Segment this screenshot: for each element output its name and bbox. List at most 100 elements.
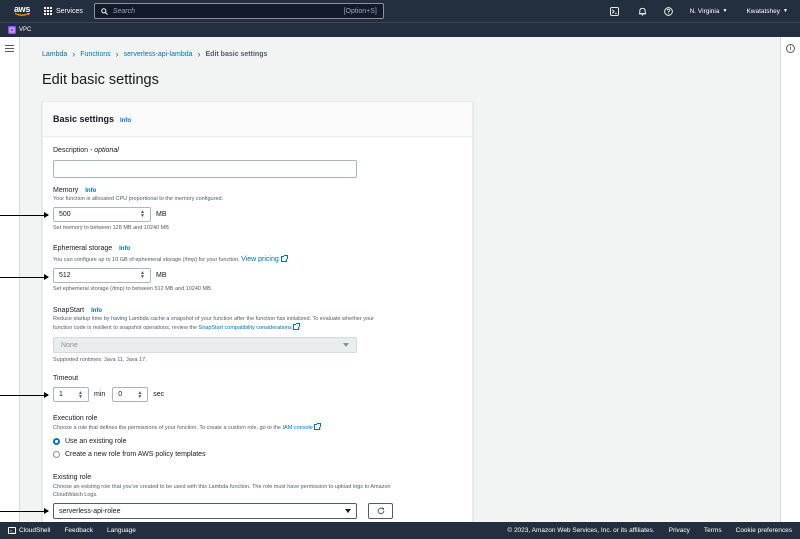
annotation-arrow-memory [0, 212, 49, 218]
terminal-icon [610, 6, 620, 16]
execution-role-label: Execution role [53, 415, 98, 422]
services-menu[interactable]: Services [44, 7, 83, 15]
breadcrumb-lambda[interactable]: Lambda [42, 51, 67, 58]
menu-icon[interactable] [5, 45, 14, 54]
notifications-button[interactable] [635, 0, 651, 22]
stepper-arrows-icon[interactable]: ▲ ▼ [140, 210, 145, 219]
iam-console-link[interactable]: IAM console [283, 425, 313, 431]
region-label: N. Virginia [689, 7, 720, 15]
existing-role-select[interactable]: serverless-api-rolee [53, 503, 357, 519]
external-link-icon [281, 255, 289, 262]
ephemeral-info-link[interactable]: Info [119, 246, 130, 252]
chevron-right-icon: › [72, 49, 76, 59]
description-label: Description - optional [53, 147, 119, 154]
radio-create-new-role-templates[interactable]: Create a new role from AWS policy templa… [53, 450, 463, 458]
page-title: Edit basic settings [42, 72, 159, 88]
chevron-down-icon: ▼ [722, 8, 728, 14]
services-grid-icon [44, 7, 52, 15]
basic-settings-card: Basic settings Info Description - option… [42, 101, 473, 526]
breadcrumb-current: Edit basic settings [205, 51, 268, 58]
bell-icon [639, 7, 647, 16]
timeout-seconds-input[interactable]: 0 ▲ ▼ [112, 387, 149, 402]
external-link-icon [313, 423, 321, 430]
memory-value: 500 [59, 210, 71, 218]
timeout-minutes-unit: min [94, 391, 106, 398]
description-input[interactable] [53, 160, 357, 178]
terminal-icon: >_ [8, 527, 16, 534]
language-selector[interactable]: Language [107, 527, 136, 534]
refresh-roles-button[interactable] [368, 503, 393, 519]
memory-label: Memory Info [53, 187, 97, 194]
caret-down-icon [345, 509, 351, 513]
search-input[interactable]: Search [Option+S] [93, 3, 384, 19]
search-icon [101, 7, 108, 15]
snapstart-description: Reduce startup time by having Lambda cac… [53, 316, 374, 331]
search-shortcut: [Option+S] [343, 7, 377, 15]
view-pricing-link[interactable]: View pricing [241, 256, 279, 263]
ephemeral-storage-unit: MB [156, 271, 167, 279]
memory-input[interactable]: 500 ▲ ▼ [53, 206, 151, 222]
existing-role-value: serverless-api-rolee [59, 507, 121, 515]
search-placeholder: Search [112, 7, 136, 15]
snapstart-info-link[interactable]: Info [91, 308, 102, 314]
stepper-arrows-icon[interactable]: ▲ ▼ [137, 390, 142, 399]
existing-role-field-group: Existing role Choose an existing role th… [53, 474, 465, 499]
timeout-seconds-unit: sec [153, 391, 165, 398]
memory-unit: MB [156, 210, 167, 218]
snapstart-select: None [53, 337, 357, 354]
snapstart-considerations-link[interactable]: SnapStart compatibility considerations [199, 325, 292, 331]
snapstart-label: SnapStart Info [53, 307, 103, 314]
radio-use-existing-role[interactable]: Use an existing role [53, 437, 463, 445]
annotation-arrow-timeout [0, 392, 49, 398]
help-icon [664, 6, 673, 16]
breadcrumb-function-name[interactable]: serverless-api-lambda [124, 51, 193, 58]
cookie-preferences-link[interactable]: Cookie preferences [736, 527, 792, 534]
terms-link[interactable]: Terms [704, 527, 722, 534]
region-selector[interactable]: N. Virginia ▼ [690, 8, 728, 15]
execution-role-field-group: Execution role Choose a role that define… [53, 415, 463, 458]
caret-down-icon [343, 343, 349, 348]
memory-description: Your function is allocated CPU proportio… [53, 196, 224, 202]
memory-hint: Set memory to between 128 MB and 10240 M… [53, 224, 169, 231]
ephemeral-storage-input[interactable]: 512 ▲ ▼ [53, 267, 151, 283]
vpc-shortcut-label[interactable]: VPC [19, 27, 31, 33]
existing-role-label: Existing role [53, 474, 92, 481]
aws-logo[interactable]: aws [8, 5, 36, 17]
chevron-right-icon: › [115, 49, 119, 59]
footer-bar: >_ CloudShell Feedback Language © 2023, … [0, 522, 800, 539]
chevron-right-icon: › [197, 49, 201, 59]
ephemeral-storage-description: You can configure up to 10 GB of ephemer… [53, 255, 289, 265]
radio-unselected-icon [53, 450, 60, 458]
breadcrumb-functions[interactable]: Functions [80, 51, 110, 58]
execution-role-description: Choose a role that defines the permissio… [53, 423, 322, 431]
external-link-icon [292, 322, 300, 330]
radio-selected-icon [53, 437, 60, 445]
info-icon[interactable]: i [786, 44, 795, 53]
side-navigation-rail [0, 37, 20, 522]
aws-smile-icon [14, 13, 30, 16]
description-field-group: Description - optional [53, 147, 357, 178]
copyright-text: © 2023, Amazon Web Services, Inc. or its… [507, 527, 655, 534]
card-info-link[interactable]: Info [120, 118, 131, 124]
top-navigation-bar: aws Services Search [Option+S] N. Virgin… [0, 0, 800, 22]
privacy-link[interactable]: Privacy [669, 527, 690, 534]
help-button[interactable] [661, 0, 677, 22]
stepper-arrows-icon[interactable]: ▲ ▼ [78, 390, 83, 399]
memory-info-link[interactable]: Info [85, 188, 96, 194]
cloudshell-nav-button[interactable] [607, 0, 623, 22]
snapstart-field-group: SnapStart Info Reduce startup time by ha… [53, 307, 463, 365]
snapstart-hint: Supported runtimes: Java 11, Java 17. [53, 357, 147, 364]
ephemeral-storage-value: 512 [59, 271, 71, 279]
cloudshell-footer-button[interactable]: >_ CloudShell [8, 527, 50, 534]
card-title: Basic settings [53, 114, 115, 124]
account-menu[interactable]: Kwatatshey ▼ [746, 8, 788, 15]
account-label: Kwatatshey [746, 7, 781, 15]
existing-role-description: Choose an existing role that you've crea… [53, 484, 391, 498]
stepper-arrows-icon[interactable]: ▲ ▼ [140, 271, 145, 280]
favorites-bar: VPC [0, 22, 800, 37]
feedback-link[interactable]: Feedback [64, 527, 93, 534]
timeout-minutes-input[interactable]: 1 ▲ ▼ [53, 387, 89, 402]
annotation-arrow-existing-role [0, 508, 49, 514]
timeout-minutes-value: 1 [59, 391, 63, 398]
timeout-field-group: Timeout 1 ▲ ▼ min 0 ▲ ▼ sec [53, 375, 164, 402]
